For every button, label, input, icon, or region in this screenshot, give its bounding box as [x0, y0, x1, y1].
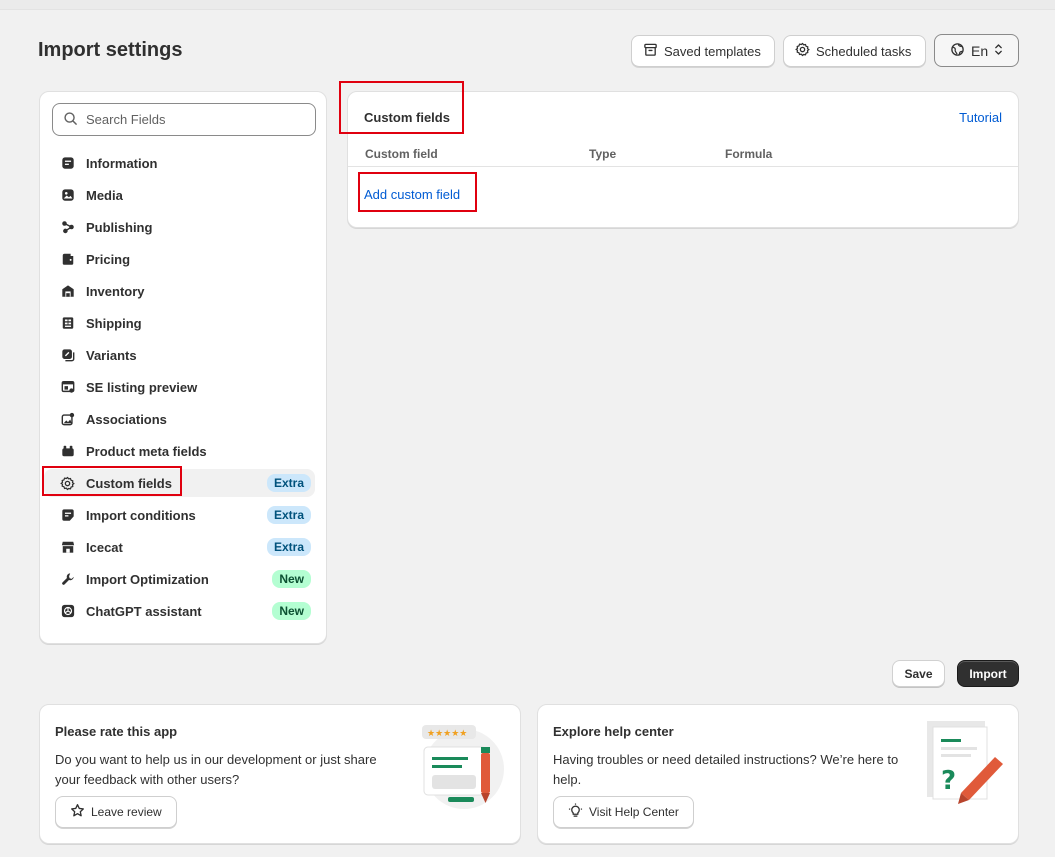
rate-app-card: Please rate this app Do you want to help…	[39, 704, 521, 844]
sidebar-item-label: Associations	[86, 411, 167, 427]
leave-review-label: Leave review	[91, 805, 162, 819]
save-button[interactable]: Save	[892, 660, 945, 687]
visit-help-center-label: Visit Help Center	[589, 805, 679, 819]
archive-icon	[643, 42, 658, 60]
sidebar-item-variants[interactable]: Variants	[44, 341, 315, 369]
wrench-icon	[60, 572, 75, 587]
sidebar-item-icecat[interactable]: Icecat Extra	[44, 533, 315, 561]
help-illustration: ?	[921, 719, 1007, 805]
globe-icon	[950, 42, 965, 60]
sidebar-item-se-listing-preview[interactable]: SE listing preview	[44, 373, 315, 401]
sidebar-item-label: Variants	[86, 347, 137, 363]
page-title: Import settings	[38, 39, 183, 61]
column-header-custom-field: Custom field	[365, 147, 438, 161]
sidebar-item-label: Import Optimization	[86, 571, 209, 587]
language-label: En	[971, 42, 989, 59]
custom-fields-card: Custom fields Tutorial Custom field Type…	[347, 91, 1019, 228]
sidebar-item-chatgpt-assistant[interactable]: ChatGPT assistant New	[44, 597, 315, 625]
sidebar-item-import-conditions[interactable]: Import conditions Extra	[44, 501, 315, 529]
sidebar-item-label: Information	[86, 155, 158, 171]
leave-review-button[interactable]: Leave review	[55, 796, 177, 828]
conditions-icon	[60, 508, 75, 523]
sidebar-item-label: Pricing	[86, 251, 131, 267]
language-selector[interactable]: En	[934, 34, 1019, 67]
list-icon	[60, 156, 75, 171]
extra-badge: Extra	[266, 474, 311, 492]
sidebar-item-label: Icecat	[86, 539, 123, 555]
import-button[interactable]: Import	[957, 660, 1019, 687]
sidebar-item-label: SE listing preview	[86, 379, 198, 395]
extra-badge: Extra	[266, 538, 311, 556]
custom-fields-title: Custom fields	[364, 110, 450, 125]
sidebar-item-information[interactable]: Information	[44, 149, 315, 177]
associations-icon	[60, 412, 75, 427]
search-field[interactable]	[52, 103, 316, 136]
help-center-card: Explore help center Having troubles or n…	[537, 704, 1019, 844]
search-input[interactable]	[86, 112, 286, 127]
sidebar-item-import-optimization[interactable]: Import Optimization New	[44, 565, 315, 593]
new-badge: New	[272, 570, 311, 588]
sidebar-item-label: Media	[86, 187, 123, 203]
sidebar-item-shipping[interactable]: Shipping	[44, 309, 315, 337]
sidebar-card: Information Media Publishing Pricing Inv…	[39, 91, 327, 644]
help-text: Having troubles or need detailed instruc…	[553, 752, 899, 787]
svg-text:?: ?	[941, 766, 956, 796]
listing-icon	[60, 380, 75, 395]
scheduled-tasks-label: Scheduled tasks	[816, 43, 912, 59]
rate-text: Do you want to help us in our developmen…	[55, 752, 377, 787]
star-icon	[70, 803, 85, 821]
sidebar-item-publishing[interactable]: Publishing	[44, 213, 315, 241]
sidebar-item-label: Custom fields	[86, 475, 172, 491]
column-header-type: Type	[589, 147, 617, 161]
scheduled-tasks-button[interactable]: Scheduled tasks	[783, 35, 926, 67]
visit-help-center-button[interactable]: Visit Help Center	[553, 796, 694, 828]
add-custom-field-link[interactable]: Add custom field	[364, 187, 460, 202]
saved-templates-label: Saved templates	[664, 43, 761, 59]
image-icon	[60, 188, 75, 203]
sidebar-item-label: Inventory	[86, 283, 145, 299]
svg-text:★★★★★: ★★★★★	[427, 729, 467, 739]
wallet-icon	[60, 252, 75, 267]
share-icon	[60, 220, 75, 235]
sidebar-item-label: ChatGPT assistant	[86, 603, 202, 619]
receipt-icon	[60, 316, 75, 331]
top-strip	[0, 0, 1055, 10]
openai-icon	[60, 604, 75, 619]
gear-icon	[60, 476, 75, 491]
sidebar-item-media[interactable]: Media	[44, 181, 315, 209]
sidebar-item-inventory[interactable]: Inventory	[44, 277, 315, 305]
sidebar-item-custom-fields[interactable]: Custom fields Extra	[44, 469, 315, 497]
review-illustration: ★★★★★	[418, 721, 510, 811]
gear-icon	[795, 42, 810, 60]
sidebar-item-associations[interactable]: Associations	[44, 405, 315, 433]
store-icon	[60, 540, 75, 555]
chevron-up-down-icon	[994, 43, 1003, 59]
table-divider	[348, 166, 1018, 167]
sidebar-item-product-meta-fields[interactable]: Product meta fields	[44, 437, 315, 465]
sidebar-item-label: Import conditions	[86, 507, 196, 523]
variants-icon	[60, 348, 75, 363]
meta-icon	[60, 444, 75, 459]
new-badge: New	[272, 602, 311, 620]
sidebar-item-pricing[interactable]: Pricing	[44, 245, 315, 273]
sidebar-item-label: Shipping	[86, 315, 142, 331]
extra-badge: Extra	[266, 506, 311, 524]
sidebar-item-label: Product meta fields	[86, 443, 207, 459]
rate-title: Please rate this app	[55, 724, 178, 739]
help-title: Explore help center	[553, 724, 674, 739]
tutorial-link[interactable]: Tutorial	[959, 110, 1002, 125]
lightbulb-icon	[568, 803, 583, 821]
sidebar-item-label: Publishing	[86, 219, 153, 235]
column-header-formula: Formula	[725, 147, 773, 161]
saved-templates-button[interactable]: Saved templates	[631, 35, 775, 67]
warehouse-icon	[60, 284, 75, 299]
search-icon	[63, 111, 78, 129]
